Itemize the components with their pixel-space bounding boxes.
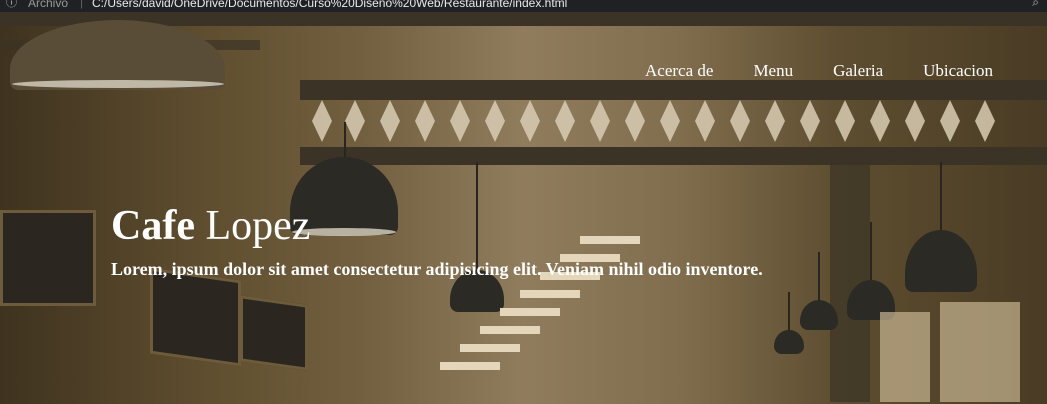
stair-step (440, 362, 500, 370)
hero-title-bold: Cafe (111, 203, 195, 249)
truss-diamond (660, 100, 680, 142)
nav-menu[interactable]: Menu (753, 61, 793, 81)
lamp-wire (940, 162, 942, 232)
pendant-lamp (905, 230, 977, 292)
hero-subtitle: Lorem, ipsum dolor sit amet consectetur … (111, 259, 763, 279)
truss-diamond (450, 100, 470, 142)
stair-step (520, 290, 580, 298)
truss-diamond (312, 100, 332, 142)
menu-board (240, 295, 308, 371)
truss-diamond (905, 100, 925, 142)
info-icon[interactable]: ⓘ (6, 0, 17, 9)
truss-diamond (835, 100, 855, 142)
window (940, 302, 1020, 402)
truss-diamond (870, 100, 890, 142)
truss-diamond (520, 100, 540, 142)
ceiling-truss-bottom (300, 147, 1047, 165)
truss-diamond (730, 100, 750, 142)
nav-galeria[interactable]: Galeria (833, 61, 883, 81)
truss-diamond (940, 100, 960, 142)
hero-section: Acerca de Menu Galeria Ubicacion Cafe Lo… (0, 12, 1047, 404)
truss-diamond (415, 100, 435, 142)
truss-diamond (345, 100, 365, 142)
main-navigation: Acerca de Menu Galeria Ubicacion (645, 61, 993, 81)
lamp-wire (870, 222, 872, 282)
stair-step (580, 236, 640, 244)
truss-diamond (485, 100, 505, 142)
hero-title: Cafe Lopez (111, 202, 310, 250)
nav-ubicacion[interactable]: Ubicacion (923, 61, 993, 81)
address-url[interactable]: C:/Users/david/OneDrive/Documentos/Curso… (92, 0, 567, 9)
window (880, 312, 930, 402)
address-separator: | (80, 0, 84, 9)
lamp-wire (788, 292, 790, 332)
stair-step (460, 344, 520, 352)
truss-diamond (555, 100, 575, 142)
truss-diamond (590, 100, 610, 142)
truss-diamond (765, 100, 785, 142)
hero-title-rest: Lopez (194, 203, 311, 249)
stair-step (500, 308, 560, 316)
truss-diamond (800, 100, 820, 142)
pendant-lamp (774, 330, 804, 354)
lamp-wire (818, 252, 820, 302)
truss-diamond (625, 100, 645, 142)
stair-step (480, 326, 540, 334)
browser-address-bar[interactable]: ⓘ Archivo | C:/Users/david/OneDrive/Docu… (0, 0, 1047, 12)
ceiling-truss-top (300, 80, 1047, 100)
address-scheme-label: Archivo (28, 0, 69, 10)
menu-board (0, 210, 96, 306)
truss-diamond (975, 100, 995, 142)
lamp-rim (12, 80, 224, 88)
lamp-wire (344, 122, 346, 162)
zoom-icon[interactable]: ⌕ (1032, 0, 1039, 8)
menu-board (150, 267, 241, 367)
nav-acerca-de[interactable]: Acerca de (645, 61, 713, 81)
truss-diamond (380, 100, 400, 142)
lamp-wire (476, 162, 478, 272)
truss-diamond (695, 100, 715, 142)
